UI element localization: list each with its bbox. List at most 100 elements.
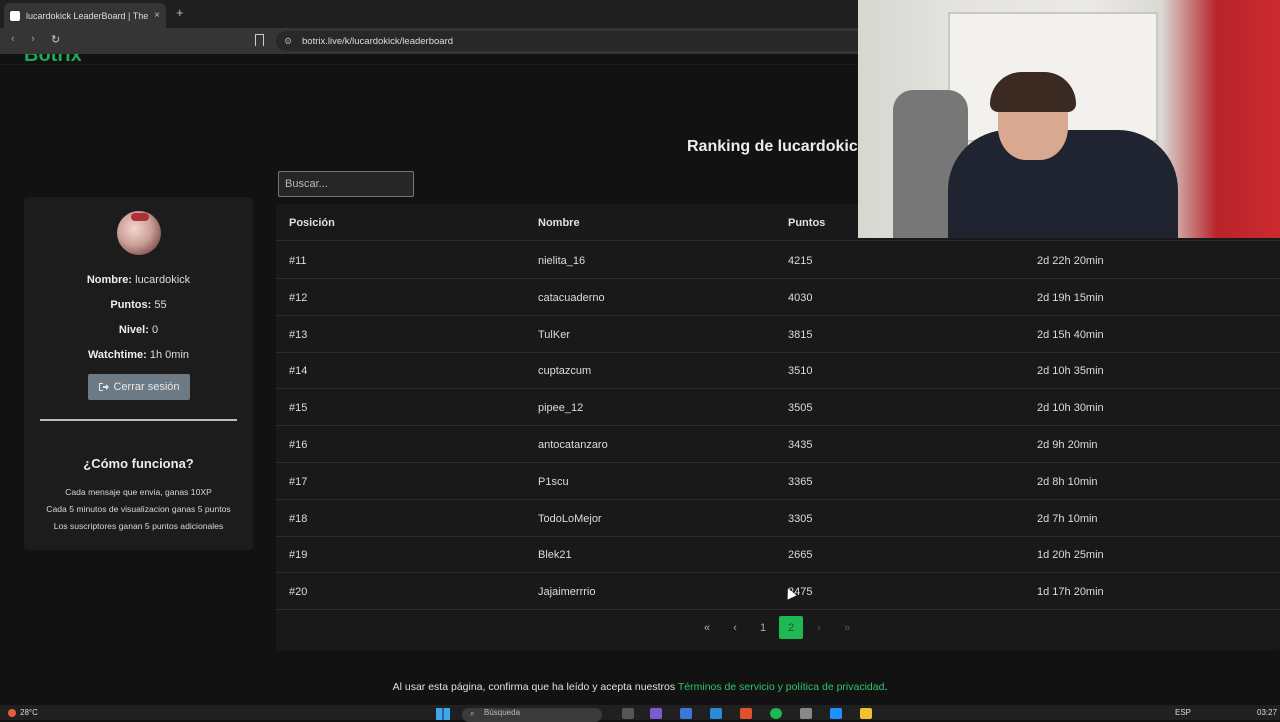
profile-level: Nivel: 0 xyxy=(118,324,159,336)
pagination: « ‹ 1 2 › » xyxy=(276,616,1280,639)
points-cell: 3365 xyxy=(788,475,813,488)
edge-icon[interactable] xyxy=(710,708,722,719)
watchtime-cell: 1d 17h 20min xyxy=(1037,586,1104,599)
app-icon[interactable] xyxy=(830,708,842,719)
name-cell: TodoLoMejor xyxy=(538,512,602,525)
next-page-button[interactable]: › xyxy=(807,616,831,639)
table-row: #13 TulKer 3815 2d 15h 40min xyxy=(276,316,1280,353)
botrix-favicon-icon xyxy=(10,10,20,21)
name-cell: antocatanzaro xyxy=(538,439,608,451)
points-cell: 3505 xyxy=(788,402,813,415)
header-points[interactable]: Puntos xyxy=(788,217,825,229)
name-cell: TulKer xyxy=(538,328,570,341)
weather-widget[interactable]: 28°C xyxy=(8,708,38,717)
table-row: #19 Blek21 2665 1d 20h 25min xyxy=(276,536,1280,574)
app-icon[interactable] xyxy=(650,708,662,719)
profile-watchtime: Watchtime: 1h 0min xyxy=(87,349,190,361)
page-1-button[interactable]: 1 xyxy=(751,616,775,639)
browser-tab[interactable]: lucardokick LeaderBoard | The b × xyxy=(4,3,166,28)
page-title: Ranking de lucardokick xyxy=(687,138,867,155)
first-page-button[interactable]: « xyxy=(695,616,719,639)
file-explorer-icon[interactable] xyxy=(860,708,872,719)
profile-name: Nombre: lucardokick xyxy=(86,274,191,286)
address-bar[interactable]: ⚙ botrix.live/k/lucardokick/leaderboard xyxy=(276,31,876,51)
clock[interactable]: 03:27 xyxy=(1257,708,1277,717)
app-icon[interactable] xyxy=(800,708,812,719)
watchtime-cell: 2d 7h 10min xyxy=(1037,512,1098,525)
rule-item: Cada 5 minutos de visualizacion ganas 5 … xyxy=(46,504,231,514)
how-it-works-title: ¿Cómo funciona? xyxy=(83,456,194,471)
name-cell: catacuaderno xyxy=(538,291,605,304)
name-cell: Blek21 xyxy=(538,549,572,562)
name-cell: pipee_12 xyxy=(538,402,584,415)
task-view-icon[interactable] xyxy=(622,708,634,719)
windows-start-icon[interactable] xyxy=(436,708,450,720)
points-cell: 2665 xyxy=(788,549,813,562)
watchtime-cell: 2d 19h 15min xyxy=(1037,291,1104,304)
watchtime-cell: 1d 20h 25min xyxy=(1037,549,1104,562)
webcam-overlay xyxy=(858,0,1280,238)
last-page-button[interactable]: » xyxy=(835,616,859,639)
table-row: #17 P1scu 3365 2d 8h 10min xyxy=(276,463,1280,500)
header-position[interactable]: Posición xyxy=(289,217,335,229)
rule-item: Los suscriptores ganan 5 puntos adiciona… xyxy=(53,521,224,531)
url-text: botrix.live/k/lucardokick/leaderboard xyxy=(302,36,454,47)
name-cell: P1scu xyxy=(538,475,569,488)
points-cell: 3510 xyxy=(788,365,813,378)
weather-icon xyxy=(8,708,16,717)
bookmark-icon[interactable] xyxy=(255,34,264,46)
watchtime-cell: 2d 10h 30min xyxy=(1037,402,1104,415)
table-row: #12 catacuaderno 4030 2d 19h 15min xyxy=(276,279,1280,316)
terms-link[interactable]: Términos de servicio y política de priva… xyxy=(678,681,885,693)
table-row: #15 pipee_12 3505 2d 10h 30min xyxy=(276,389,1280,427)
profile-card: Nombre: lucardokick Puntos: 55 Nivel: 0 … xyxy=(24,197,253,550)
sign-out-icon xyxy=(99,383,110,391)
watchtime-cell: 2d 10h 35min xyxy=(1037,365,1104,378)
windows-taskbar: 28°C ⌕ Búsqueda ESP 03:27 xyxy=(0,705,1280,722)
forward-icon[interactable]: › xyxy=(31,33,35,45)
points-cell: 3305 xyxy=(788,512,813,525)
new-tab-button[interactable]: + xyxy=(176,5,184,20)
profile-points: Puntos: 55 xyxy=(110,299,167,311)
header-name[interactable]: Nombre xyxy=(538,217,580,229)
position-cell: #14 xyxy=(289,365,308,378)
site-logo[interactable]: Botrix xyxy=(24,54,82,64)
position-cell: #18 xyxy=(289,512,308,525)
name-cell: Jajaimerrrio xyxy=(538,586,596,599)
logout-button[interactable]: Cerrar sesión xyxy=(88,374,190,400)
divider xyxy=(40,419,237,421)
watchtime-cell: 2d 22h 20min xyxy=(1037,255,1104,267)
table-row: #16 antocatanzaro 3435 2d 9h 20min xyxy=(276,426,1280,463)
position-cell: #20 xyxy=(289,586,308,599)
language-indicator[interactable]: ESP xyxy=(1175,708,1191,717)
search-icon: ⌕ xyxy=(470,709,475,718)
table-row: #11 nielita_16 4215 2d 22h 20min xyxy=(276,242,1280,279)
search-input[interactable] xyxy=(278,171,414,197)
rule-item: Cada mensaje que envia, ganas 10XP xyxy=(65,487,212,497)
prev-page-button[interactable]: ‹ xyxy=(723,616,747,639)
table-row: #14 cuptazcum 3510 2d 10h 35min xyxy=(276,352,1280,390)
back-icon[interactable]: ‹ xyxy=(11,33,15,45)
leaderboard-table: Posición Nombre Puntos #11 nielita_16 4215… xyxy=(276,204,1280,650)
position-cell: #16 xyxy=(289,439,308,451)
table-row: #20 Jajaimerrrio 2475 1d 17h 20min xyxy=(276,573,1280,611)
spotify-icon[interactable] xyxy=(770,708,782,719)
name-cell: cuptazcum xyxy=(538,365,592,378)
footer: Al usar esta página, confirma que ha leí… xyxy=(392,681,888,693)
tab-close-icon[interactable]: × xyxy=(154,10,160,21)
position-cell: #17 xyxy=(289,475,308,488)
brave-icon[interactable] xyxy=(740,708,752,719)
points-cell: 4215 xyxy=(788,255,813,267)
name-cell: nielita_16 xyxy=(538,255,586,267)
site-info-icon[interactable]: ⚙ xyxy=(284,36,292,47)
reload-icon[interactable]: ↻ xyxy=(51,33,60,46)
position-cell: #13 xyxy=(289,328,308,341)
position-cell: #15 xyxy=(289,402,308,415)
avatar xyxy=(117,211,161,255)
page-2-button[interactable]: 2 xyxy=(779,616,803,639)
points-cell: 3435 xyxy=(788,439,813,451)
position-cell: #12 xyxy=(289,291,308,304)
footer-text: Al usar esta página, confirma que ha leí… xyxy=(392,681,678,693)
points-cell: 4030 xyxy=(788,291,813,304)
app-icon[interactable] xyxy=(680,708,692,719)
